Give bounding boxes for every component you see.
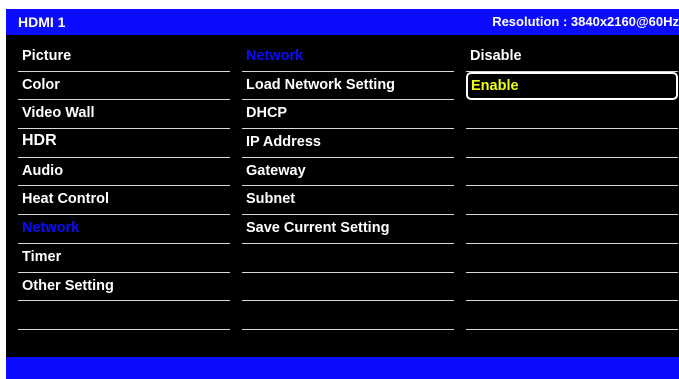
- submenu-item-ip-address[interactable]: IP Address: [242, 129, 454, 158]
- submenu-item-label: Load Network Setting: [246, 76, 396, 93]
- option-empty-row: [466, 100, 678, 130]
- menu-item-label: Heat Control: [22, 191, 109, 208]
- option-empty-row: [466, 215, 678, 244]
- option-disable[interactable]: Disable: [466, 43, 678, 72]
- option-label: Disable: [470, 48, 522, 64]
- submenu-item-subnet[interactable]: Subnet: [242, 186, 454, 216]
- menu-item-label: Picture: [22, 48, 72, 64]
- menu-item-label: Color: [22, 76, 60, 93]
- submenu-item-label: Save Current Setting: [246, 220, 390, 237]
- option-empty-row: [466, 244, 678, 273]
- submenu-item-label: Subnet: [246, 191, 296, 208]
- options-list: Disable Enable: [466, 43, 678, 330]
- menu-item-video-wall[interactable]: Video Wall: [18, 100, 230, 130]
- menu-item-color[interactable]: Color: [18, 72, 230, 101]
- option-empty-row: [466, 158, 678, 187]
- menu-item-other-setting[interactable]: Other Setting: [18, 273, 230, 302]
- menu-item-label: Other Setting: [22, 277, 114, 294]
- submenu-item-label: DHCP: [246, 105, 288, 122]
- menu-item-label: Video Wall: [22, 105, 95, 122]
- submenu-title-label: Network: [246, 48, 304, 64]
- submenu-item-label: IP Address: [246, 134, 321, 151]
- submenu-empty-row: [242, 301, 454, 330]
- submenu-item-save-current-setting[interactable]: Save Current Setting: [242, 215, 454, 244]
- resolution-label: Resolution : 3840x2160@60Hz: [492, 14, 679, 29]
- submenu-empty-row: [242, 244, 454, 273]
- header-bar: HDMI 1 Resolution : 3840x2160@60Hz: [6, 9, 679, 35]
- menu-item-label: Network: [22, 220, 80, 237]
- option-empty-row: [466, 301, 678, 330]
- submenu-item-dhcp[interactable]: DHCP: [242, 100, 454, 130]
- option-label: Enable: [471, 77, 519, 94]
- option-enable[interactable]: Enable: [466, 71, 678, 101]
- submenu-item-label: Gateway: [246, 162, 306, 179]
- main-menu: Picture Color Video Wall HDR Audio Heat …: [18, 43, 230, 330]
- menu-item-audio[interactable]: Audio: [18, 158, 230, 187]
- option-empty-row: [466, 273, 678, 302]
- menu-item-label: Timer: [22, 248, 62, 265]
- osd-menu: HDMI 1 Resolution : 3840x2160@60Hz Pictu…: [6, 9, 679, 379]
- submenu-item-gateway[interactable]: Gateway: [242, 158, 454, 187]
- menu-empty-row: [18, 301, 230, 330]
- menu-item-picture[interactable]: Picture: [18, 43, 230, 72]
- menu-item-label: HDR: [22, 132, 57, 150]
- option-empty-row: [466, 186, 678, 216]
- menu-item-label: Audio: [22, 162, 64, 179]
- input-source-label: HDMI 1: [18, 14, 66, 30]
- menu-item-timer[interactable]: Timer: [18, 244, 230, 273]
- menu-item-network[interactable]: Network: [18, 215, 230, 244]
- submenu-title: Network: [242, 43, 454, 72]
- footer-bar: [6, 357, 679, 379]
- submenu-item-load-network-setting[interactable]: Load Network Setting: [242, 72, 454, 101]
- network-submenu: Network Load Network Setting DHCP IP Add…: [242, 43, 454, 330]
- option-empty-row: [466, 129, 678, 158]
- submenu-empty-row: [242, 273, 454, 302]
- menu-item-heat-control[interactable]: Heat Control: [18, 186, 230, 216]
- menu-item-hdr[interactable]: HDR: [18, 129, 230, 158]
